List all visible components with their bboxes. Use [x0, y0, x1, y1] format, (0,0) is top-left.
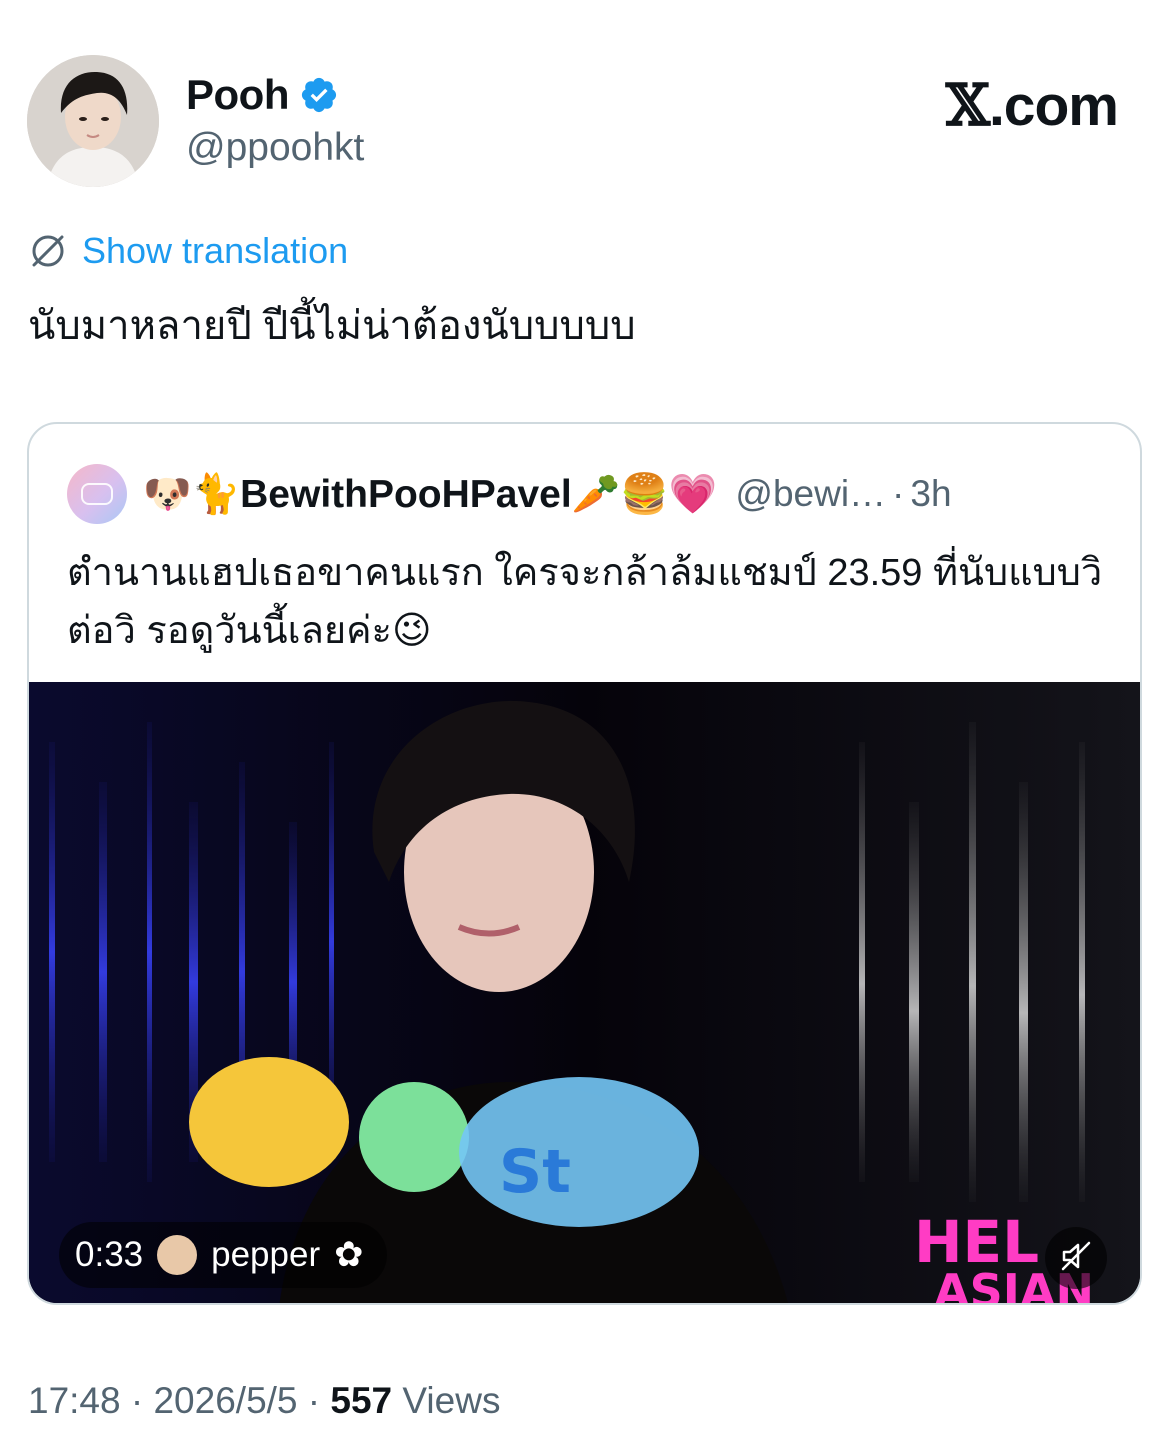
author-name-row[interactable]: Pooh: [186, 70, 339, 120]
video-duration: 0:33: [75, 1235, 144, 1274]
name-prefix-emoji: 🐶🐈: [143, 473, 241, 516]
tweet-date[interactable]: 2026/5/5: [153, 1380, 297, 1421]
avatar-photo: [27, 55, 159, 187]
muted-speaker-icon: [1059, 1239, 1093, 1278]
x-logo-glyph: 𝕏: [945, 72, 990, 139]
quoted-author-handle[interactable]: @bewi…: [735, 473, 886, 515]
mute-button[interactable]: [1045, 1227, 1107, 1289]
x-com-logo: 𝕏.com: [945, 72, 1119, 139]
tweet-metadata: 17:48 · 2026/5/5 · 557 Views: [28, 1380, 500, 1422]
quoted-tweet-header: 🐶🐈BewithPooHPavel🥕🍔💗 @bewi… · 3h: [67, 462, 1127, 526]
svg-text:St: St: [499, 1137, 571, 1207]
verified-badge-icon: [299, 75, 339, 115]
uploader-name: pepper: [211, 1235, 321, 1274]
meta-separator: ·: [120, 1380, 154, 1421]
tweet-text: นับมาหลายปี ปีนี้ไม่น่าต้องนับบบบบ: [28, 304, 636, 348]
author-handle[interactable]: @ppoohkt: [186, 126, 364, 170]
quoted-tweet-time[interactable]: 3h: [910, 473, 951, 515]
avatar-logo-icon: [81, 483, 113, 505]
name-text: BewithPooHPavel: [240, 473, 572, 516]
quoted-author-name[interactable]: 🐶🐈BewithPooHPavel🥕🍔💗: [143, 471, 717, 517]
views-label: Views: [392, 1380, 501, 1421]
uploader-avatar-icon: [157, 1235, 198, 1275]
author-display-name[interactable]: Pooh: [186, 71, 289, 119]
video-duration-badge: 0:33 pepper ✿: [59, 1222, 388, 1288]
globe-icon: [28, 231, 68, 271]
brand-domain: .com: [988, 74, 1119, 138]
video-player[interactable]: St HEL ASIAN 0:33 pepper ✿: [29, 682, 1140, 1303]
tweet-time[interactable]: 17:48: [28, 1380, 121, 1421]
show-translation-button[interactable]: Show translation: [28, 228, 348, 274]
show-translation-label[interactable]: Show translation: [82, 230, 348, 272]
flower-icon: ✿: [334, 1235, 364, 1274]
header-separator: ·: [892, 473, 905, 514]
meta-separator: ·: [297, 1380, 331, 1421]
quoted-tweet-card[interactable]: 🐶🐈BewithPooHPavel🥕🍔💗 @bewi… · 3h ตำนานแฮ…: [27, 422, 1142, 1305]
video-frame: St HEL ASIAN: [29, 682, 1140, 1303]
views-count: 557: [330, 1380, 393, 1421]
quoted-tweet-text: ตำนานแฮปเธอขาคนแรก ใครจะกล้าล้มแชมป์ 23.…: [67, 552, 1103, 652]
author-avatar[interactable]: [27, 55, 159, 187]
quoted-author-avatar[interactable]: [67, 464, 127, 524]
name-suffix-emoji: 🥕🍔💗: [571, 473, 718, 516]
